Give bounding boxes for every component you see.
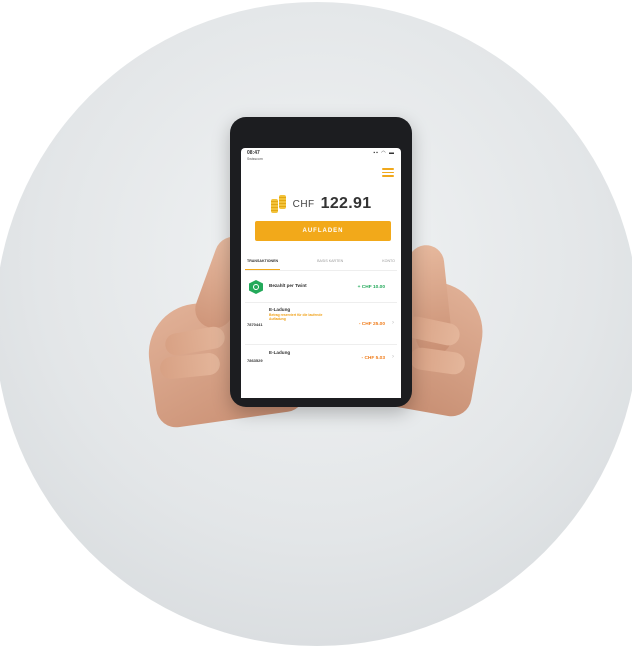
transaction-row[interactable]: 7870441 E-Ladung Betrag reserviert für d… [245,304,397,345]
transaction-amount: - CHF 5.03 [361,356,385,361]
menu-icon[interactable] [382,168,394,177]
tab-bar: TRANSAKTIONEN BASIS KARTEN KONTO [245,256,397,271]
transaction-title: Bezahlt per Twint [269,283,307,288]
transaction-amount: - CHF 25.00 [358,322,385,327]
transaction-desc: E-Ladung [269,350,290,356]
transaction-code: 7870441 [247,322,263,327]
app-screen: 08:47 Swisscom ▪▪ ◠ ▬ CHF 122.91 AUFLADE… [241,148,401,398]
chevron-right-icon: › [392,320,394,326]
tab-cards[interactable]: BASIS KARTEN [315,256,345,270]
transaction-desc: E-Ladung Betrag reserviert für die laufe… [269,307,339,321]
status-carrier: Swisscom [247,157,263,161]
topup-button[interactable]: AUFLADEN [255,221,391,241]
coins-icon [270,195,287,213]
transaction-warning: Betrag reserviert für die laufende Aufla… [269,313,323,321]
signal-wifi-battery-icon: ▪▪ ◠ ▬ [373,150,395,156]
balance-display: CHF 122.91 [241,192,401,216]
transaction-code: 7863529 [247,358,263,363]
balance-currency: CHF [292,198,315,210]
chevron-right-icon: › [392,354,394,360]
transaction-row[interactable]: Bezahlt per Twint + CHF 10.00 [245,276,397,303]
transaction-title: E-Ladung [269,307,291,312]
balance-amount: 122.91 [320,195,372,212]
transaction-row[interactable]: 7863529 E-Ladung - CHF 5.03 › [245,346,397,372]
tab-transactions[interactable]: TRANSAKTIONEN [245,256,281,270]
twint-icon [249,280,263,294]
transaction-desc: Bezahlt per Twint [269,283,307,289]
transaction-title: E-Ladung [269,350,291,355]
status-time: 08:47 [247,150,260,156]
status-bar: 08:47 Swisscom ▪▪ ◠ ▬ [247,151,395,165]
tab-account[interactable]: KONTO [380,256,397,270]
transaction-amount: + CHF 10.00 [357,285,385,290]
